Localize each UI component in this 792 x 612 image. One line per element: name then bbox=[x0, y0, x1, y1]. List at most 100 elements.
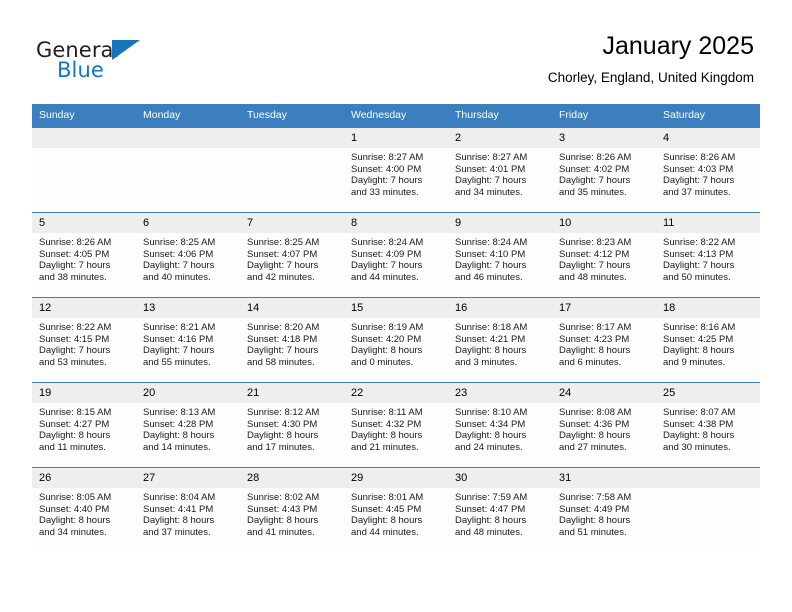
calendar-cell[interactable]: 10 Sunrise: 8:23 AM Sunset: 4:12 PM Dayligh… bbox=[552, 212, 656, 298]
day-details: Sunrise: 8:25 AM Sunset: 4:06 PM Daylight:… bbox=[136, 233, 240, 283]
calendar-cell[interactable] bbox=[656, 467, 760, 552]
day-details: Sunrise: 8:21 AM Sunset: 4:16 PM Daylight:… bbox=[136, 318, 240, 368]
generalblue-logo[interactable]: General Blue bbox=[36, 38, 296, 90]
calendar-cell-day: 24 Sunrise: 8:08 AM Sunset: 4:36 PM Dayligh… bbox=[552, 383, 656, 467]
calendar-cell[interactable]: 11 Sunrise: 8:22 AM Sunset: 4:13 PM Dayligh… bbox=[656, 212, 760, 298]
sunset-text: Sunset: 4:28 PM bbox=[143, 418, 214, 430]
daylight-text-line2: and 30 minutes. bbox=[663, 441, 731, 453]
day-details: Sunrise: 8:13 AM Sunset: 4:28 PM Daylight:… bbox=[136, 403, 240, 453]
calendar-cell[interactable]: 30 Sunrise: 7:59 AM Sunset: 4:47 PM Dayligh… bbox=[448, 467, 552, 552]
sunset-text: Sunset: 4:13 PM bbox=[663, 248, 734, 260]
daylight-text-line1: Daylight: 7 hours bbox=[559, 175, 631, 187]
calendar-cell[interactable]: 25 Sunrise: 8:07 AM Sunset: 4:38 PM Dayligh… bbox=[656, 382, 760, 468]
daylight-text-line2: and 34 minutes. bbox=[39, 526, 107, 538]
calendar-cell[interactable]: 17 Sunrise: 8:17 AM Sunset: 4:23 PM Dayligh… bbox=[552, 297, 656, 383]
daylight-text-line1: Daylight: 8 hours bbox=[39, 515, 111, 527]
calendar-cell[interactable]: 18 Sunrise: 8:16 AM Sunset: 4:25 PM Dayligh… bbox=[656, 297, 760, 383]
calendar-cell[interactable]: 15 Sunrise: 8:19 AM Sunset: 4:20 PM Dayligh… bbox=[344, 297, 448, 383]
day-number: 13 bbox=[136, 298, 240, 318]
calendar-cell[interactable]: 16 Sunrise: 8:18 AM Sunset: 4:21 PM Dayligh… bbox=[448, 297, 552, 383]
calendar-cell[interactable]: 28 Sunrise: 8:02 AM Sunset: 4:43 PM Dayligh… bbox=[240, 467, 344, 552]
day-number: 4 bbox=[656, 128, 760, 148]
calendar-cell[interactable]: 13 Sunrise: 8:21 AM Sunset: 4:16 PM Dayligh… bbox=[136, 297, 240, 383]
calendar-cell[interactable]: 3 Sunrise: 8:26 AM Sunset: 4:02 PM Daylight… bbox=[552, 127, 656, 213]
sunrise-text: Sunrise: 8:08 AM bbox=[559, 407, 632, 418]
sunrise-text: Sunrise: 8:27 AM bbox=[455, 152, 528, 163]
calendar-cell[interactable]: 6 Sunrise: 8:25 AM Sunset: 4:06 PM Daylight… bbox=[136, 212, 240, 298]
calendar-cell[interactable]: 23 Sunrise: 8:10 AM Sunset: 4:34 PM Dayligh… bbox=[448, 382, 552, 468]
sunset-text: Sunset: 4:01 PM bbox=[455, 163, 526, 175]
daylight-text-line2: and 21 minutes. bbox=[351, 441, 419, 453]
day-number: 28 bbox=[240, 468, 344, 488]
calendar-cell-day: 11 Sunrise: 8:22 AM Sunset: 4:13 PM Dayligh… bbox=[656, 213, 760, 297]
sunrise-text: Sunrise: 8:22 AM bbox=[663, 237, 736, 248]
sunset-text: Sunset: 4:00 PM bbox=[351, 163, 422, 175]
calendar-body: 1 Sunrise: 8:27 AM Sunset: 4:00 PM Daylight… bbox=[32, 127, 760, 552]
logo-triangle-icon bbox=[112, 40, 140, 60]
day-number bbox=[136, 128, 240, 148]
calendar-cell-day: 23 Sunrise: 8:10 AM Sunset: 4:34 PM Dayligh… bbox=[448, 383, 552, 467]
day-number: 25 bbox=[656, 383, 760, 403]
sunset-text: Sunset: 4:05 PM bbox=[39, 248, 110, 260]
daylight-text-line1: Daylight: 8 hours bbox=[559, 515, 631, 527]
calendar-cell[interactable] bbox=[240, 127, 344, 213]
daylight-text-line2: and 37 minutes. bbox=[663, 186, 731, 198]
daylight-text-line2: and 53 minutes. bbox=[39, 356, 107, 368]
calendar-cell[interactable]: 21 Sunrise: 8:12 AM Sunset: 4:30 PM Dayligh… bbox=[240, 382, 344, 468]
sunrise-text: Sunrise: 8:16 AM bbox=[663, 322, 736, 333]
calendar-cell-day: 6 Sunrise: 8:25 AM Sunset: 4:06 PM Daylight… bbox=[136, 213, 240, 297]
calendar-cell[interactable]: 19 Sunrise: 8:15 AM Sunset: 4:27 PM Dayligh… bbox=[32, 382, 136, 468]
sunrise-text: Sunrise: 8:26 AM bbox=[663, 152, 736, 163]
day-details: Sunrise: 8:04 AM Sunset: 4:41 PM Daylight:… bbox=[136, 488, 240, 538]
day-details: Sunrise: 8:01 AM Sunset: 4:45 PM Daylight:… bbox=[344, 488, 448, 538]
calendar-cell[interactable]: 22 Sunrise: 8:11 AM Sunset: 4:32 PM Dayligh… bbox=[344, 382, 448, 468]
calendar-cell-day: 9 Sunrise: 8:24 AM Sunset: 4:10 PM Daylight… bbox=[448, 213, 552, 297]
calendar-cell[interactable]: 29 Sunrise: 8:01 AM Sunset: 4:45 PM Dayligh… bbox=[344, 467, 448, 552]
page-title: January 2025 bbox=[602, 32, 754, 60]
daylight-text-line1: Daylight: 7 hours bbox=[351, 260, 423, 272]
calendar-week-row: 1 Sunrise: 8:27 AM Sunset: 4:00 PM Daylight… bbox=[32, 127, 760, 213]
calendar-cell[interactable]: 9 Sunrise: 8:24 AM Sunset: 4:10 PM Daylight… bbox=[448, 212, 552, 298]
sunrise-text: Sunrise: 8:18 AM bbox=[455, 322, 528, 333]
day-details: Sunrise: 8:08 AM Sunset: 4:36 PM Daylight:… bbox=[552, 403, 656, 453]
calendar-cell[interactable]: 5 Sunrise: 8:26 AM Sunset: 4:05 PM Daylight… bbox=[32, 212, 136, 298]
daylight-text-line1: Daylight: 7 hours bbox=[247, 260, 319, 272]
calendar-cell[interactable]: 24 Sunrise: 8:08 AM Sunset: 4:36 PM Dayligh… bbox=[552, 382, 656, 468]
day-number: 3 bbox=[552, 128, 656, 148]
calendar-week-row: 5 Sunrise: 8:26 AM Sunset: 4:05 PM Daylight… bbox=[32, 212, 760, 298]
calendar-cell-day: 27 Sunrise: 8:04 AM Sunset: 4:41 PM Dayligh… bbox=[136, 468, 240, 552]
calendar-cell[interactable]: 26 Sunrise: 8:05 AM Sunset: 4:40 PM Dayligh… bbox=[32, 467, 136, 552]
sunset-text: Sunset: 4:32 PM bbox=[351, 418, 422, 430]
day-details: Sunrise: 8:19 AM Sunset: 4:20 PM Daylight:… bbox=[344, 318, 448, 368]
daylight-text-line2: and 40 minutes. bbox=[143, 271, 211, 283]
weekday-header-wednesday: Wednesday bbox=[344, 104, 448, 128]
calendar-cell[interactable]: 4 Sunrise: 8:26 AM Sunset: 4:03 PM Daylight… bbox=[656, 127, 760, 213]
calendar-cell[interactable] bbox=[32, 127, 136, 213]
sunrise-text: Sunrise: 8:24 AM bbox=[351, 237, 424, 248]
calendar-cell[interactable]: 12 Sunrise: 8:22 AM Sunset: 4:15 PM Dayligh… bbox=[32, 297, 136, 383]
calendar-page: General Blue January 2025 Chorley, Engla… bbox=[0, 0, 792, 612]
day-number bbox=[32, 128, 136, 148]
calendar-cell-day: 16 Sunrise: 8:18 AM Sunset: 4:21 PM Dayligh… bbox=[448, 298, 552, 382]
daylight-text-line2: and 6 minutes. bbox=[559, 356, 622, 368]
calendar-cell[interactable] bbox=[136, 127, 240, 213]
day-details: Sunrise: 8:18 AM Sunset: 4:21 PM Daylight:… bbox=[448, 318, 552, 368]
sunrise-text: Sunrise: 8:19 AM bbox=[351, 322, 424, 333]
day-details: Sunrise: 8:26 AM Sunset: 4:02 PM Daylight:… bbox=[552, 148, 656, 198]
calendar-cell[interactable]: 20 Sunrise: 8:13 AM Sunset: 4:28 PM Dayligh… bbox=[136, 382, 240, 468]
day-number bbox=[656, 468, 760, 488]
day-details: Sunrise: 8:11 AM Sunset: 4:32 PM Daylight:… bbox=[344, 403, 448, 453]
calendar-week-row: 26 Sunrise: 8:05 AM Sunset: 4:40 PM Dayligh… bbox=[32, 467, 760, 552]
calendar-cell[interactable]: 14 Sunrise: 8:20 AM Sunset: 4:18 PM Dayligh… bbox=[240, 297, 344, 383]
calendar-cell[interactable]: 7 Sunrise: 8:25 AM Sunset: 4:07 PM Daylight… bbox=[240, 212, 344, 298]
day-number: 15 bbox=[344, 298, 448, 318]
calendar-cell[interactable]: 2 Sunrise: 8:27 AM Sunset: 4:01 PM Daylight… bbox=[448, 127, 552, 213]
day-number: 19 bbox=[32, 383, 136, 403]
sunset-text: Sunset: 4:21 PM bbox=[455, 333, 526, 345]
calendar-cell[interactable]: 8 Sunrise: 8:24 AM Sunset: 4:09 PM Daylight… bbox=[344, 212, 448, 298]
calendar-cell[interactable]: 1 Sunrise: 8:27 AM Sunset: 4:00 PM Daylight… bbox=[344, 127, 448, 213]
logo-text-blue: Blue bbox=[57, 58, 104, 82]
daylight-text-line1: Daylight: 8 hours bbox=[351, 430, 423, 442]
calendar-cell[interactable]: 31 Sunrise: 7:58 AM Sunset: 4:49 PM Dayligh… bbox=[552, 467, 656, 552]
calendar-cell[interactable]: 27 Sunrise: 8:04 AM Sunset: 4:41 PM Dayligh… bbox=[136, 467, 240, 552]
